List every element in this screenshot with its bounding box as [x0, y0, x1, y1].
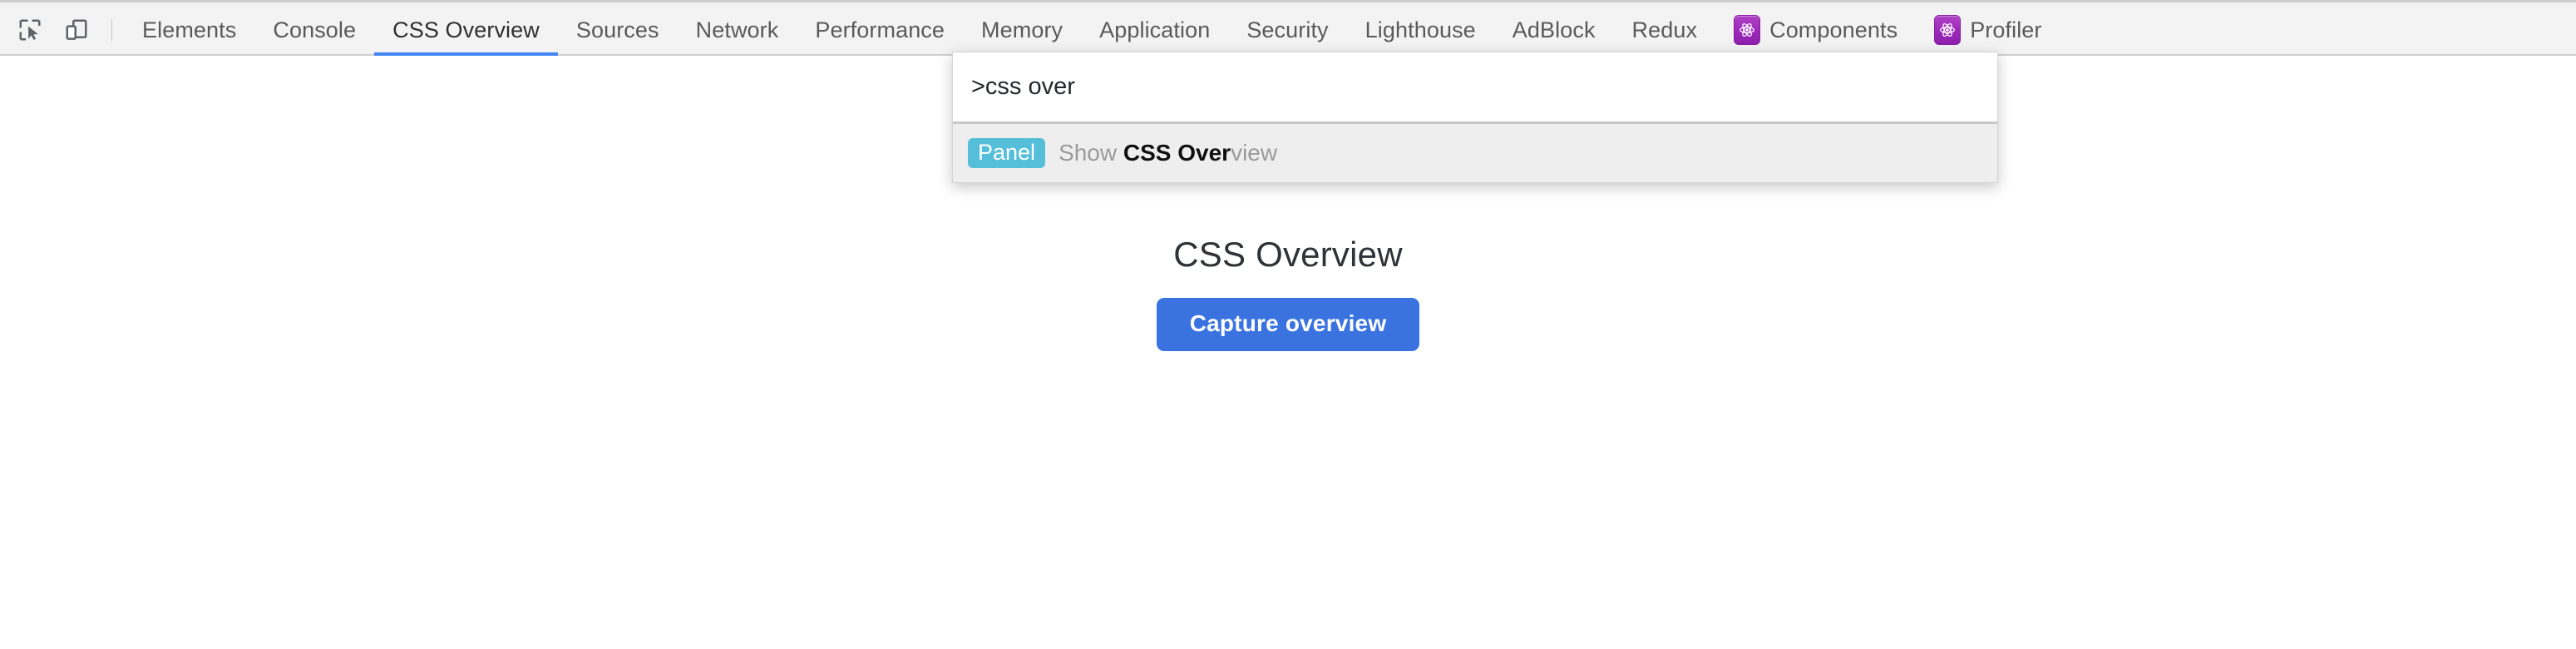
result-suffix: view — [1231, 140, 1278, 166]
tab-css-overview[interactable]: CSS Overview — [374, 6, 558, 56]
tab-label: Performance — [815, 17, 945, 42]
command-menu-result-item[interactable]: Panel Show CSS Overview — [953, 124, 1997, 182]
tab-label: Security — [1246, 17, 1329, 42]
tab-label: Redux — [1631, 17, 1698, 42]
inspect-cursor-icon[interactable] — [7, 6, 53, 54]
result-label: Show CSS Overview — [1059, 140, 1277, 166]
result-prefix: Show — [1059, 140, 1123, 166]
tab-sources[interactable]: Sources — [558, 6, 678, 54]
tab-label: Sources — [575, 17, 659, 42]
tab-components[interactable]: Components — [1715, 6, 1916, 54]
tab-elements[interactable]: Elements — [124, 6, 254, 54]
command-menu: Panel Show CSS Overview — [952, 52, 1998, 183]
tab-label: Lighthouse — [1364, 17, 1476, 42]
device-toolbar-icon[interactable] — [53, 6, 100, 54]
window-top-edge — [0, 0, 2576, 6]
tab-lighthouse[interactable]: Lighthouse — [1347, 6, 1494, 54]
tab-application[interactable]: Application — [1081, 6, 1228, 54]
tab-console[interactable]: Console — [254, 6, 374, 54]
tab-label: Memory — [981, 17, 1063, 42]
capture-overview-button[interactable]: Capture overview — [1156, 298, 1420, 351]
tab-label: Network — [695, 17, 779, 42]
command-menu-input-row — [953, 52, 1997, 124]
tab-security[interactable]: Security — [1228, 6, 1346, 54]
result-match: CSS Over — [1123, 140, 1231, 166]
tab-redux[interactable]: Redux — [1614, 6, 1716, 54]
tab-label: CSS Overview — [392, 17, 540, 42]
page-title: CSS Overview — [1173, 235, 1403, 274]
react-atom-icon — [1934, 15, 1962, 45]
panel-tabs: Elements Console CSS Overview Sources Ne… — [124, 6, 2060, 56]
tab-performance[interactable]: Performance — [797, 6, 963, 54]
tab-label: Elements — [142, 17, 237, 42]
command-menu-input[interactable] — [971, 73, 1979, 101]
tab-label: Components — [1769, 17, 1898, 42]
tab-adblock[interactable]: AdBlock — [1494, 6, 1614, 54]
tab-label: AdBlock — [1512, 17, 1596, 42]
tab-profiler[interactable]: Profiler — [1916, 6, 2060, 54]
tab-label: Console — [273, 17, 357, 42]
panel-badge: Panel — [968, 137, 1046, 169]
tab-network[interactable]: Network — [678, 6, 797, 54]
tab-label: Profiler — [1970, 17, 2042, 42]
tab-memory[interactable]: Memory — [963, 6, 1081, 54]
react-atom-icon — [1734, 15, 1761, 45]
toolbar-divider — [111, 19, 112, 41]
tab-label: Application — [1099, 17, 1211, 42]
command-menu-results: Panel Show CSS Overview — [953, 124, 1997, 182]
css-overview-start-view: CSS Overview Capture overview — [0, 235, 2576, 351]
devtools-toolbar: Elements Console CSS Overview Sources Ne… — [0, 6, 2576, 56]
